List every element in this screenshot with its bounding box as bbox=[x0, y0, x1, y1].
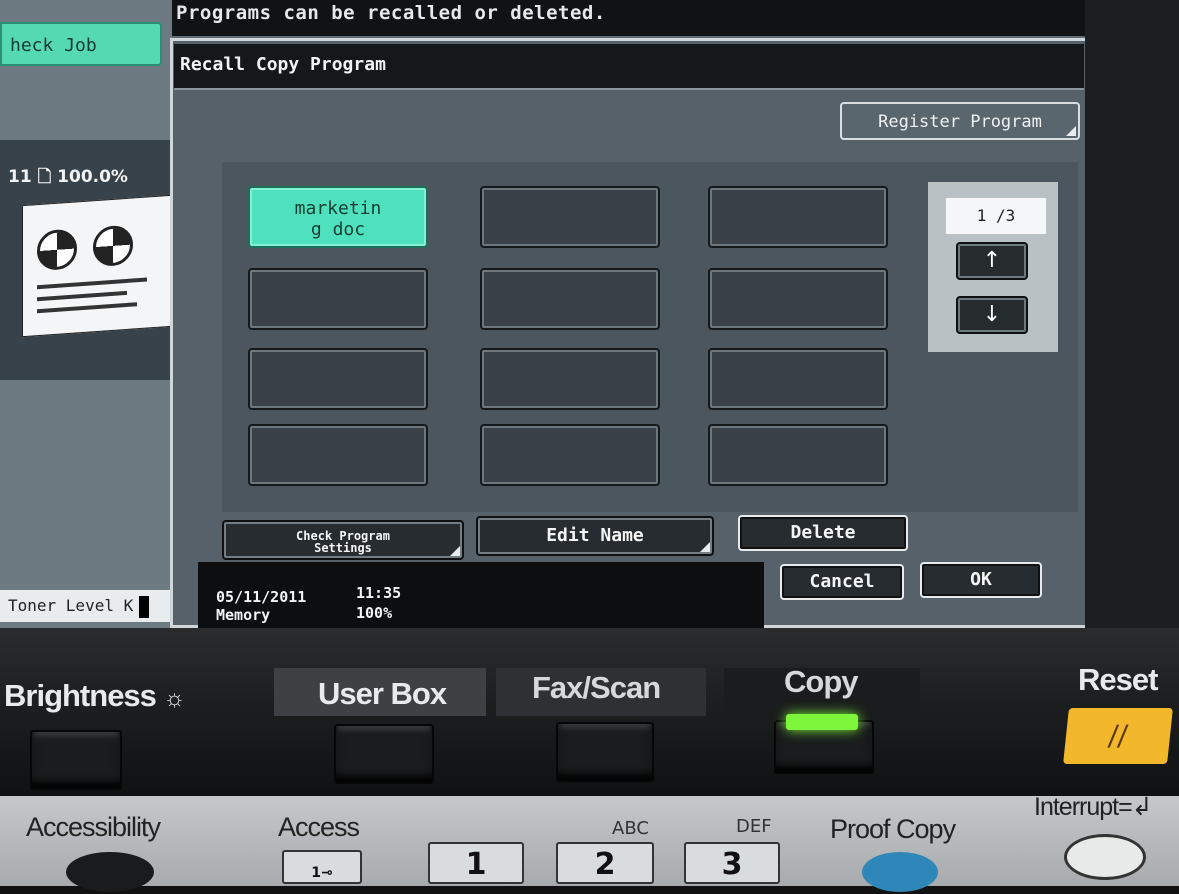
interrupt-icon: =↲ bbox=[1118, 793, 1153, 821]
toner-label: Toner Level bbox=[8, 596, 114, 615]
toner-channel: K bbox=[123, 596, 134, 615]
top-message: Programs can be recalled or deleted. bbox=[176, 2, 606, 24]
register-program-button[interactable]: Register Program bbox=[840, 102, 1080, 140]
interrupt-key[interactable] bbox=[1064, 834, 1146, 880]
edit-name-button[interactable]: Edit Name bbox=[476, 516, 714, 556]
reset-label: Reset bbox=[1078, 662, 1158, 697]
page-down-button[interactable]: ↓ bbox=[956, 296, 1028, 334]
program-slot-empty[interactable] bbox=[480, 424, 660, 486]
brightness-dial[interactable] bbox=[30, 730, 122, 790]
memory-label: Memory bbox=[216, 606, 271, 624]
status-date: 05/11/2011 bbox=[216, 588, 307, 606]
interrupt-label: Interrupt=↲ bbox=[1034, 793, 1153, 821]
program-slot-marketing-doc[interactable]: marketin g doc bbox=[248, 186, 428, 248]
arrow-down-icon: ↓ bbox=[982, 302, 1002, 327]
text-line-icon bbox=[37, 302, 137, 314]
pie-chart-icon bbox=[93, 224, 133, 268]
reset-icon: // bbox=[1106, 719, 1130, 752]
abc-label: ABC bbox=[612, 818, 649, 839]
text-line-icon bbox=[37, 290, 127, 302]
key-1[interactable]: 1 bbox=[428, 842, 524, 884]
fax-scan-key[interactable] bbox=[556, 722, 654, 782]
program-slot-empty[interactable] bbox=[248, 424, 428, 486]
program-slot-empty[interactable] bbox=[708, 268, 888, 330]
key-2[interactable]: 2 bbox=[556, 842, 654, 884]
toner-bar bbox=[139, 595, 150, 618]
brightness-label: Brightness ☼ bbox=[4, 678, 186, 713]
memory-value: 100% bbox=[356, 604, 393, 622]
program-slot-empty[interactable] bbox=[708, 424, 888, 486]
toner-level: Toner Level K bbox=[0, 590, 172, 622]
preview-header: 11 🗋 100.0% bbox=[8, 167, 128, 187]
access-key[interactable]: 1⊸ bbox=[282, 850, 362, 884]
accessibility-label: Accessibility bbox=[26, 812, 161, 842]
proof-copy-label: Proof Copy bbox=[830, 814, 956, 844]
program-slot-empty[interactable] bbox=[480, 268, 660, 330]
page-indicator: 1 /3 bbox=[946, 198, 1046, 234]
program-slot-empty[interactable] bbox=[480, 186, 660, 248]
sun-icon: ☼ bbox=[163, 685, 186, 712]
program-slot-empty[interactable] bbox=[248, 348, 428, 410]
copy-label: Copy bbox=[784, 664, 858, 699]
status-bar: 05/11/2011 11:35 Memory 100% bbox=[198, 562, 764, 630]
cancel-button[interactable]: Cancel bbox=[780, 564, 904, 600]
arrow-up-icon: ↑ bbox=[982, 248, 1002, 273]
key-3[interactable]: 3 bbox=[684, 842, 780, 884]
touch-screen: Programs can be recalled or deleted. hec… bbox=[0, 0, 1100, 630]
def-label: DEF bbox=[736, 816, 772, 837]
user-box-key[interactable] bbox=[334, 724, 434, 784]
dialog-title: Recall Copy Program bbox=[180, 54, 386, 75]
screen-bezel bbox=[1085, 0, 1179, 640]
reset-key[interactable]: // bbox=[1063, 708, 1173, 764]
proof-copy-key[interactable] bbox=[862, 852, 938, 892]
text-line-icon bbox=[37, 277, 147, 290]
program-slot-empty[interactable] bbox=[708, 348, 888, 410]
program-slot-empty[interactable] bbox=[248, 268, 428, 330]
key-icon: 1⊸ bbox=[311, 865, 333, 881]
program-slot-empty[interactable] bbox=[708, 186, 888, 248]
dialog-title-bar: Recall Copy Program bbox=[174, 44, 1084, 90]
ok-button[interactable]: OK bbox=[920, 562, 1042, 598]
delete-button[interactable]: Delete bbox=[738, 515, 908, 551]
copy-indicator-led bbox=[786, 714, 858, 730]
page-up-button[interactable]: ↑ bbox=[956, 242, 1028, 280]
check-job-button[interactable]: heck Job bbox=[0, 22, 162, 66]
accessibility-key[interactable] bbox=[66, 852, 154, 892]
document-preview-icon bbox=[22, 194, 172, 338]
program-slot-empty[interactable] bbox=[480, 348, 660, 410]
check-program-settings-button[interactable]: Check Program Settings bbox=[222, 520, 464, 560]
fax-scan-label: Fax/Scan bbox=[532, 670, 661, 705]
left-panel: heck Job 11 🗋 100.0% Toner Level K bbox=[0, 0, 180, 630]
pie-chart-icon bbox=[37, 228, 77, 272]
access-label: Access bbox=[278, 812, 360, 842]
user-box-label: User Box bbox=[318, 676, 447, 711]
status-time: 11:35 bbox=[356, 584, 402, 602]
